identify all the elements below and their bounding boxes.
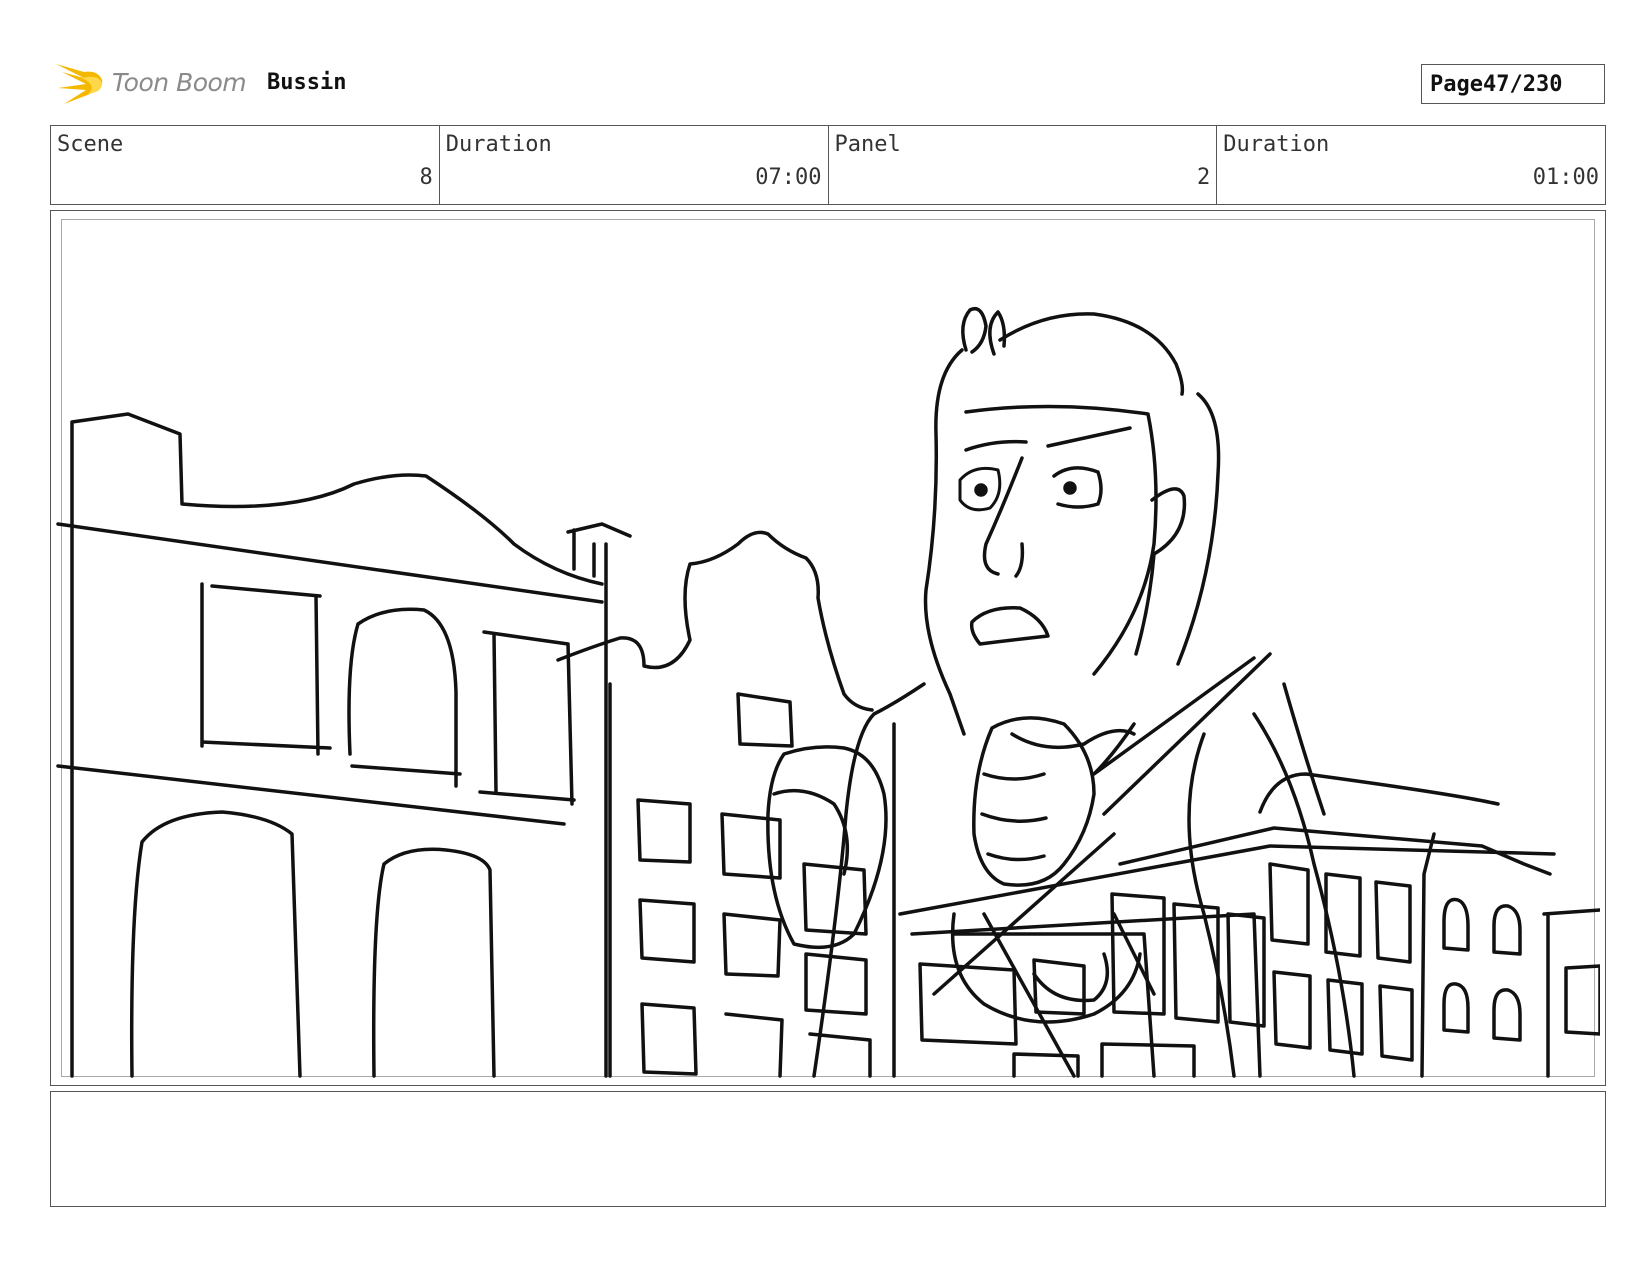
scene-duration-cell: Duration 07:00	[440, 126, 829, 204]
page-header: Toon Boom Bussin Page 47/230	[50, 56, 1605, 112]
scene-duration-label: Duration	[445, 132, 552, 157]
scene-info-row: Scene 8 Duration 07:00 Panel 2 Duration …	[50, 125, 1606, 205]
panel-duration-value: 01:00	[1532, 165, 1599, 190]
logo-text: Toon Boom	[112, 68, 247, 97]
project-title: Bussin	[267, 70, 347, 95]
scene-duration-value: 07:00	[755, 165, 822, 190]
page-indicator: Page 47/230	[1421, 64, 1605, 104]
toon-boom-logo: Toon Boom	[54, 58, 254, 110]
middle-building-sketch	[556, 530, 896, 1078]
panel-value: 2	[1197, 165, 1211, 190]
page-number: 47/230	[1482, 71, 1563, 97]
left-building-sketch	[56, 412, 632, 1078]
panel-sketch	[56, 307, 1600, 1078]
panel-notes-box	[50, 1091, 1606, 1207]
panel-cell: Panel 2	[829, 126, 1218, 204]
scene-label: Scene	[57, 132, 124, 157]
panel-label: Panel	[834, 132, 901, 157]
flame-icon	[56, 64, 103, 104]
scene-value: 8	[419, 165, 433, 190]
panel-duration-label: Duration	[1223, 132, 1330, 157]
character-sketch	[766, 307, 1356, 1078]
panel-duration-cell: Duration 01:00	[1217, 126, 1605, 204]
scene-cell: Scene 8	[51, 126, 440, 204]
page-label: Page	[1430, 71, 1483, 97]
